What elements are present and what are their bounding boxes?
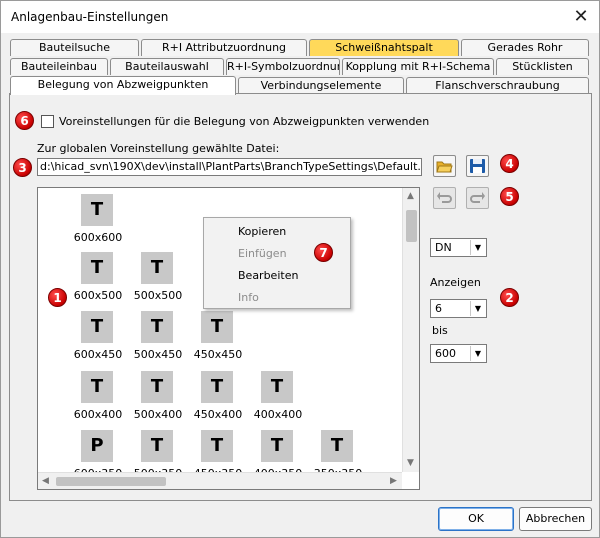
branch-type-icon[interactable]: T	[81, 371, 113, 403]
chevron-down-icon[interactable]: ▼	[470, 240, 485, 255]
callout-badge: 1	[48, 288, 67, 307]
tab-bauteilsuche[interactable]: Bauteilsuche	[10, 39, 139, 56]
to-select-value: 600	[435, 347, 456, 360]
tab-bauteileinbau[interactable]: Bauteileinbau	[10, 58, 108, 75]
ok-button[interactable]: OK	[438, 507, 514, 531]
branch-size-label: 600x600	[73, 231, 123, 244]
redo-icon	[470, 192, 485, 203]
branch-type-icon[interactable]: T	[321, 430, 353, 462]
tab-belegung-abzweigpunkten[interactable]: Belegung von Abzweigpunkten	[10, 76, 236, 95]
horizontal-scrollbar[interactable]: ◀ ▶	[38, 472, 402, 489]
open-file-button[interactable]	[433, 155, 456, 177]
file-label: Zur globalen Voreinstellung gewählte Dat…	[37, 142, 280, 155]
branch-size-label: 500x500	[133, 289, 183, 302]
cancel-button[interactable]: Abbrechen	[519, 507, 592, 531]
menu-item-kopieren[interactable]: Kopieren	[238, 225, 286, 238]
tab-kopplung-ri-schema[interactable]: Kopplung mit R+I-Schema	[342, 58, 494, 75]
tab-bauteilauswahl[interactable]: Bauteilauswahl	[110, 58, 224, 75]
tab-schweissnahtspalt[interactable]: Schweißnahtspalt	[309, 39, 459, 56]
branch-type-icon[interactable]: T	[261, 371, 293, 403]
undo-button[interactable]	[433, 187, 456, 209]
scroll-right-icon[interactable]: ▶	[390, 476, 397, 486]
tab-ri-attributzuordnung[interactable]: R+I Attributzuordnung	[141, 39, 307, 56]
branch-size-label: 500x400	[133, 408, 183, 421]
folder-open-icon	[436, 161, 453, 173]
branch-size-label: 400x400	[253, 408, 303, 421]
branch-size-label: 600x500	[73, 289, 123, 302]
callout-badge: 2	[500, 288, 519, 307]
callout-badge: 7	[314, 243, 333, 262]
tab-verbindungselemente[interactable]: Verbindungselemente	[238, 77, 404, 94]
undo-icon	[437, 192, 452, 203]
vertical-scrollbar[interactable]: ▲ ▼	[402, 188, 419, 472]
chevron-down-icon[interactable]: ▼	[470, 346, 485, 361]
branch-size-label: 500x450	[133, 348, 183, 361]
branch-size-label: 450x400	[193, 408, 243, 421]
file-path-field[interactable]: d:\hicad_svn\190X\dev\install\PlantParts…	[37, 158, 422, 176]
tab-stuecklisten[interactable]: Stücklisten	[496, 58, 589, 75]
branch-size-label: 600x400	[73, 408, 123, 421]
context-menu: Kopieren Einfügen Bearbeiten Info	[203, 217, 351, 309]
tab-gerades-rohr[interactable]: Gerades Rohr	[461, 39, 589, 56]
branch-type-icon[interactable]: T	[81, 252, 113, 284]
to-label: bis	[432, 324, 448, 337]
menu-item-info[interactable]: Info	[238, 291, 259, 304]
branch-type-icon[interactable]: T	[141, 311, 173, 343]
branch-type-icon[interactable]: T	[141, 371, 173, 403]
scroll-down-icon[interactable]: ▼	[407, 458, 414, 468]
scroll-left-icon[interactable]: ◀	[42, 476, 49, 486]
title-bar: Anlagenbau-Einstellungen ✕	[1, 1, 599, 33]
presets-checkbox-label: Voreinstellungen für die Belegung von Ab…	[59, 115, 430, 128]
horizontal-scroll-thumb[interactable]	[56, 477, 166, 486]
vertical-scroll-thumb[interactable]	[406, 210, 417, 242]
unit-select[interactable]: DN ▼	[430, 238, 487, 257]
show-label: Anzeigen	[430, 276, 481, 289]
branch-type-icon[interactable]: T	[201, 430, 233, 462]
branch-type-icon[interactable]: P	[81, 430, 113, 462]
callout-badge: 6	[15, 111, 34, 130]
redo-button[interactable]	[466, 187, 489, 209]
callout-badge: 4	[500, 154, 519, 173]
branch-size-label: 450x450	[193, 348, 243, 361]
branch-type-icon[interactable]: T	[141, 252, 173, 284]
menu-item-bearbeiten[interactable]: Bearbeiten	[238, 269, 298, 282]
branch-type-icon[interactable]: T	[81, 311, 113, 343]
callout-badge: 3	[13, 158, 32, 177]
branch-size-label: 600x450	[73, 348, 123, 361]
tab-ri-symbolzuordnung[interactable]: R+I-Symbolzuordnung	[226, 58, 340, 75]
tab-flanschverschraubung[interactable]: Flanschverschraubung	[406, 77, 589, 94]
settings-dialog: Anlagenbau-Einstellungen ✕ Bauteilsuche …	[0, 0, 600, 538]
callout-badge: 5	[500, 187, 519, 206]
scroll-up-icon[interactable]: ▲	[407, 191, 414, 201]
window-title: Anlagenbau-Einstellungen	[11, 10, 169, 24]
menu-item-einfuegen[interactable]: Einfügen	[238, 247, 287, 260]
chevron-down-icon[interactable]: ▼	[470, 301, 485, 316]
from-select[interactable]: 6 ▼	[430, 299, 487, 318]
unit-select-value: DN	[435, 241, 452, 254]
branch-type-icon[interactable]: T	[261, 430, 293, 462]
branch-type-icon[interactable]: T	[201, 311, 233, 343]
presets-checkbox[interactable]	[41, 115, 54, 128]
to-select[interactable]: 600 ▼	[430, 344, 487, 363]
branch-type-icon[interactable]: T	[81, 194, 113, 226]
save-icon	[470, 159, 485, 173]
from-select-value: 6	[435, 302, 442, 315]
branch-type-icon[interactable]: T	[141, 430, 173, 462]
close-icon[interactable]: ✕	[569, 5, 593, 29]
save-file-button[interactable]	[466, 155, 489, 177]
branch-type-icon[interactable]: T	[201, 371, 233, 403]
